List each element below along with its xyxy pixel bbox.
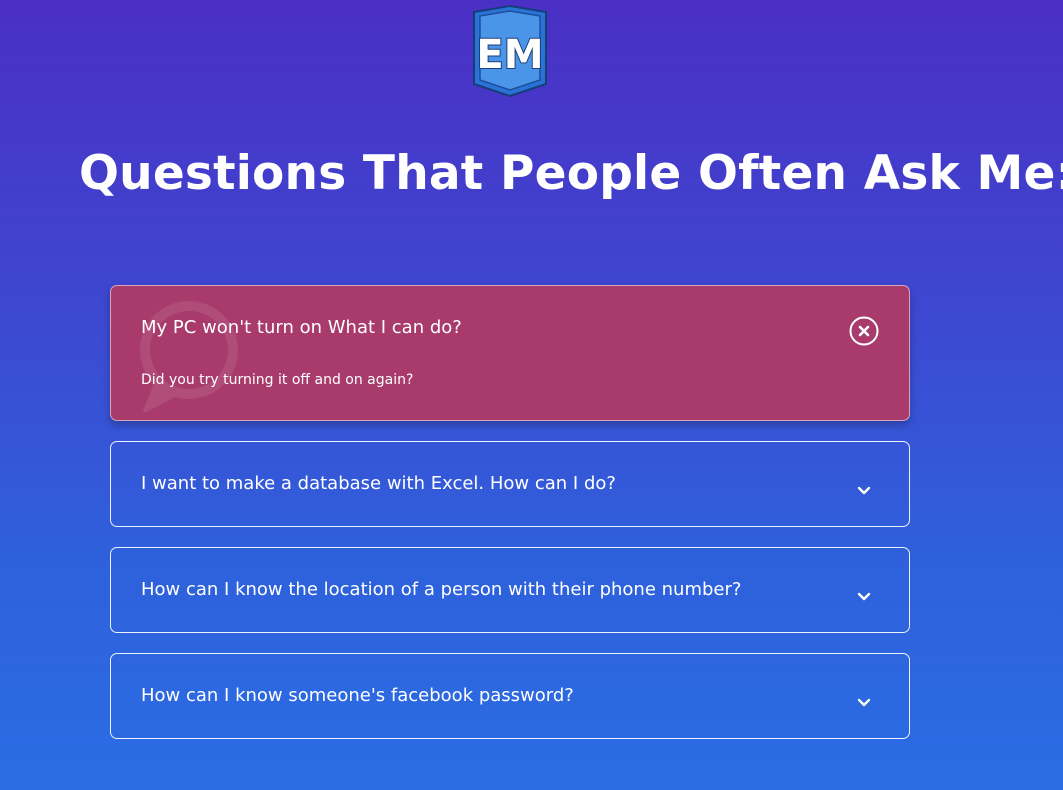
faq-item[interactable]: How can I know someone's facebook passwo… [110, 653, 910, 739]
faq-item[interactable]: How can I know the location of a person … [110, 547, 910, 633]
faq-list: My PC won't turn on What I can do? Did y… [110, 285, 910, 759]
faq-question: My PC won't turn on What I can do? [141, 317, 462, 338]
chevron-down-icon[interactable] [849, 688, 879, 718]
close-circle-icon[interactable] [849, 316, 879, 346]
chevron-down-icon[interactable] [849, 476, 879, 506]
faq-item[interactable]: I want to make a database with Excel. Ho… [110, 441, 910, 527]
faq-question: How can I know the location of a person … [141, 579, 742, 600]
faq-item-expanded[interactable]: My PC won't turn on What I can do? Did y… [110, 285, 910, 421]
chevron-down-icon[interactable] [849, 582, 879, 612]
svg-text:EM: EM [476, 32, 543, 78]
faq-question: I want to make a database with Excel. Ho… [141, 473, 616, 494]
faq-answer: Did you try turning it off and on again? [141, 372, 414, 388]
em-logo[interactable]: EM [472, 4, 548, 98]
faq-question: How can I know someone's facebook passwo… [141, 685, 574, 706]
chat-bubble-watermark-icon [140, 301, 238, 412]
page-title: Questions That People Often Ask Me: [79, 146, 1063, 201]
em-shield-logo-icon: EM [473, 4, 547, 98]
